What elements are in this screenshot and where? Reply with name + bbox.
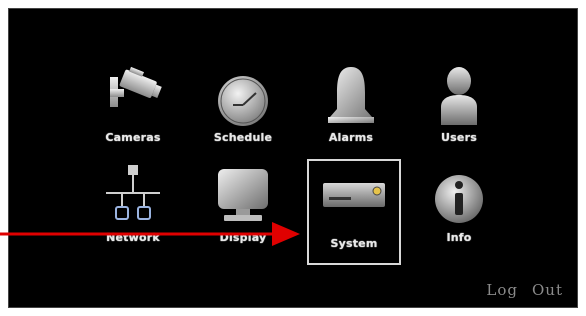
annotation-arrow	[0, 222, 300, 246]
